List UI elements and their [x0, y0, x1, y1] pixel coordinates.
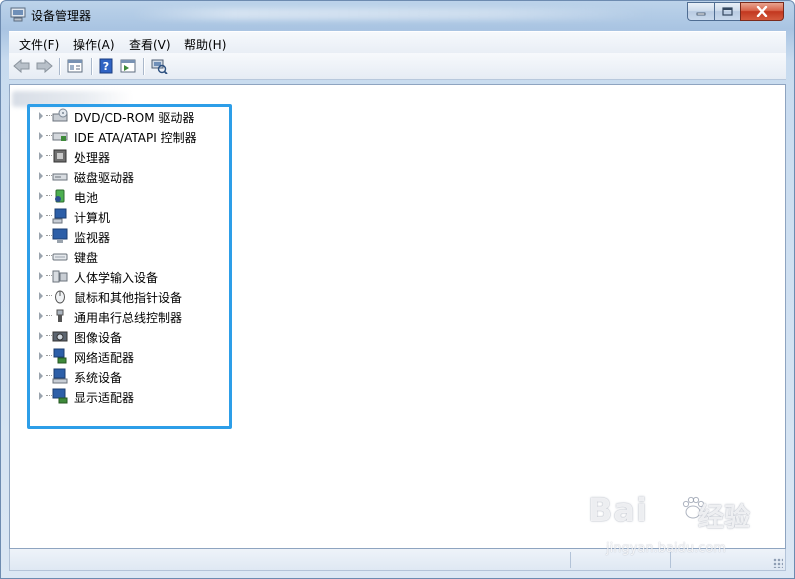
svg-text:?: ? [103, 60, 109, 73]
network-adapter-icon [53, 348, 67, 364]
device-manager-app-icon [10, 7, 26, 22]
expand-arrow-icon[interactable] [39, 232, 43, 240]
tree-item-label: 显示适配器 [74, 391, 135, 405]
expand-arrow-icon[interactable] [39, 172, 43, 180]
tree-item-label: 人体学输入设备 [74, 271, 159, 285]
scan-hardware-button[interactable] [149, 57, 169, 75]
toolbar-separator [59, 58, 60, 75]
expand-arrow-icon[interactable] [39, 152, 43, 160]
expand-arrow-icon[interactable] [39, 132, 43, 140]
tree-item-label: 鼠标和其他指针设备 [74, 291, 183, 305]
action-pane-icon [120, 59, 136, 73]
expand-arrow-icon[interactable] [39, 372, 43, 380]
maximize-button[interactable] [714, 2, 740, 21]
expand-arrow-icon[interactable] [39, 272, 43, 280]
processor-icon [53, 149, 67, 163]
tree-item-label: IDE ATA/ATAPI 控制器 [74, 131, 197, 145]
disk-drive-icon [52, 173, 68, 181]
tree-item-label: 监视器 [74, 231, 111, 245]
display-adapter-icon [52, 388, 68, 404]
help-icon: ? [99, 58, 113, 74]
watermark-suffix: 经验 [698, 503, 751, 533]
tree-item-label: 网络适配器 [74, 351, 135, 365]
imaging-device-icon [52, 331, 68, 342]
minimize-icon [696, 12, 706, 15]
expand-arrow-icon[interactable] [39, 212, 43, 220]
toolbar-separator [91, 58, 92, 75]
tree-item-label: DVD/CD-ROM 驱动器 [74, 111, 195, 125]
menu-help[interactable]: 帮助(H) [184, 36, 226, 53]
forward-button[interactable] [34, 57, 54, 75]
menu-action[interactable]: 操作(A) [73, 36, 115, 53]
dvd-drive-icon [52, 108, 68, 122]
scan-hardware-icon [151, 59, 168, 74]
menu-view[interactable]: 查看(V) [129, 36, 171, 53]
hid-icon [52, 270, 68, 283]
computer-icon [52, 208, 67, 224]
minimize-button[interactable] [687, 2, 714, 21]
properties-pane-button[interactable] [65, 57, 85, 75]
usb-icon [56, 309, 64, 322]
device-manager-window: 设备管理器 文件(F) 操作(A) 查看(V) 帮助(H) ? DVD/CD-R… [0, 0, 795, 579]
watermark-brand: Bai [588, 491, 648, 529]
back-button[interactable] [12, 57, 32, 75]
tree-item-label: 图像设备 [74, 331, 123, 345]
title-bar-blur [131, 8, 651, 20]
expand-arrow-icon[interactable] [39, 332, 43, 340]
tree-item-label: 计算机 [74, 211, 111, 225]
expand-arrow-icon[interactable] [39, 312, 43, 320]
status-segment [570, 552, 571, 568]
tree-item-label: 处理器 [74, 151, 111, 165]
monitor-icon [52, 228, 68, 243]
tree-item-label: 电池 [74, 191, 99, 205]
keyboard-icon [52, 253, 68, 261]
mouse-icon [55, 290, 65, 304]
computer-root-node-blurred [12, 91, 132, 107]
system-device-icon [52, 368, 68, 384]
toolbar: ? [9, 53, 786, 80]
back-icon [13, 59, 30, 73]
device-tree-pane[interactable]: DVD/CD-ROM 驱动器 IDE ATA/ATAPI 控制器 处理器磁盘驱动器电… [9, 84, 786, 549]
caption-buttons [687, 2, 784, 22]
tree-item-label: 键盘 [74, 251, 99, 265]
menu-file[interactable]: 文件(F) [19, 36, 59, 53]
battery-icon [55, 189, 65, 203]
expand-arrow-icon[interactable] [39, 192, 43, 200]
close-button[interactable] [740, 2, 784, 21]
action-pane-button[interactable] [118, 57, 138, 75]
expand-arrow-icon[interactable] [39, 292, 43, 300]
window-title: 设备管理器 [31, 9, 92, 23]
maximize-icon [722, 7, 733, 16]
expand-arrow-icon[interactable] [39, 392, 43, 400]
close-icon [756, 6, 768, 17]
expand-arrow-icon[interactable] [39, 352, 43, 360]
menu-bar: 文件(F) 操作(A) 查看(V) 帮助(H) [9, 31, 786, 53]
tree-item-label: 通用串行总线控制器 [74, 311, 183, 325]
baidu-jingyan-watermark: Bai 经验 jingyan.baidu.com [588, 491, 763, 561]
expand-arrow-icon[interactable] [39, 112, 43, 120]
watermark-url: jingyan.baidu.com [606, 541, 726, 556]
title-bar[interactable]: 设备管理器 [1, 1, 794, 29]
ide-controller-icon [52, 132, 68, 141]
tree-item-label: 系统设备 [74, 371, 123, 385]
forward-icon [36, 59, 53, 73]
toolbar-separator [143, 58, 144, 75]
help-button[interactable]: ? [96, 57, 116, 75]
expand-arrow-icon[interactable] [39, 252, 43, 260]
resize-grip[interactable] [773, 558, 783, 568]
properties-pane-icon [67, 59, 83, 73]
tree-item-label: 磁盘驱动器 [74, 171, 135, 185]
